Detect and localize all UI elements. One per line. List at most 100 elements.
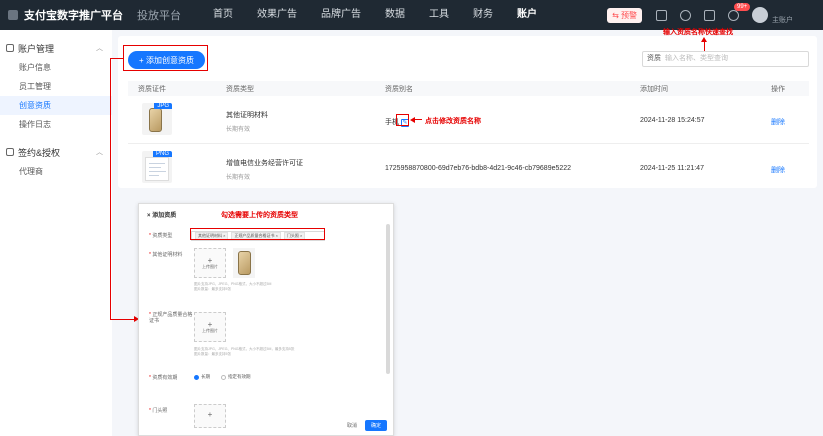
document-image [145,157,169,181]
modal-footer: 取消 确定 [347,420,387,431]
annotation-line [110,58,123,59]
annotation-edit-box [396,114,409,126]
delete-button[interactable]: 删除 [771,117,785,127]
type-name: 增值电信业务经营许可证 [226,160,303,167]
radio-long-term[interactable]: 长期 [194,374,210,380]
search-input[interactable]: 资质 输入名称、类型查询 [642,51,809,67]
cancel-button[interactable]: 取消 [347,422,357,429]
col-certificate: 资质证件 [138,86,166,93]
file-type-tag: JPG [154,103,172,109]
annotation-add-box [123,45,208,71]
annotation-line [704,41,705,51]
phone-icon[interactable] [656,9,667,21]
col-alias: 资质别名 [385,86,413,93]
sidebar-group-signing[interactable]: 签约&授权 ︿ [0,142,112,162]
sidebar-item-staff[interactable]: 员工管理 [0,77,112,96]
col-action: 操作 [771,86,785,93]
time-cell: 2024-11-25 11:21:47 [640,165,704,172]
annotation-line [110,58,111,320]
brand-title: 支付宝数字推广平台 [24,10,123,22]
plus-icon: + [207,256,213,265]
sub-brand[interactable]: 投放平台 [137,7,181,23]
page: 支付宝数字推广平台 投放平台 首页 效果广告 品牌广告 数据 工具 财务 账户 … [0,0,823,436]
time-cell: 2024-11-28 15:24:57 [640,117,705,124]
arrow-up-icon [701,37,707,42]
annotation-type-hint: 勾选需要上传的资质类型 [221,212,298,219]
nav-performance-ads[interactable]: 效果广告 [245,0,309,30]
nav-finance[interactable]: 财务 [461,0,505,30]
type-cell: 其他证明材料 长期有效 [226,110,268,133]
annotation-line [414,119,422,120]
search-type-label: 资质 [647,55,661,62]
annotation-search-hint: 输入资质名称快速查找 [663,29,733,36]
phone-image [149,108,162,132]
user-name[interactable]: 主账户 [772,15,793,25]
radio-label: 长期 [201,374,210,379]
hint-line: 图片数量：最多支持5张 [194,287,231,291]
certificate-thumbnail[interactable]: JPG [142,103,172,135]
radio-label: 指定有效期 [228,374,251,379]
bell-icon[interactable]: 99+ [728,2,751,21]
confirm-button[interactable]: 确定 [364,420,387,431]
modal-title-text: 添加资质 [152,213,177,219]
validity-label: 资质有效期 [149,374,177,381]
annotation-edit-hint: 点击修改资质名称 [425,118,481,125]
nav-data[interactable]: 数据 [373,0,417,30]
sidebar-item-account-info[interactable]: 账户信息 [0,58,112,77]
certificate-thumbnail[interactable]: PNG [142,151,172,183]
sidebar-group-label: 账户管理 [18,43,55,54]
close-icon[interactable]: × [147,213,151,219]
file-type-tag: PNG [152,151,172,157]
nav-home[interactable]: 首页 [201,0,245,30]
nav-menu: 首页 效果广告 品牌广告 数据 工具 财务 账户 [201,0,549,30]
upload-label: 上传图片 [202,264,218,269]
col-time: 添加时间 [640,86,668,93]
type-cell: 增值电信业务经营许可证 长期有效 [226,158,303,181]
table-header: 资质证件 资质类型 资质别名 添加时间 操作 [128,81,809,96]
logo-icon [8,10,18,20]
type-label: 资质类型 [149,232,172,239]
hint-line: 图片数量：最多支持5张 [194,352,231,356]
contract-icon [6,148,14,156]
sidebar-group-account[interactable]: 账户管理 ︿ [0,38,112,58]
modal-scrollbar[interactable] [386,224,390,374]
sidebar-item-agent[interactable]: 代理商 [0,162,112,181]
clipboard-icon[interactable] [704,9,715,21]
upload-button[interactable]: + [194,404,226,428]
phone-image [238,251,251,275]
sidebar-item-operation-log[interactable]: 操作日志 [0,115,112,134]
delete-button[interactable]: 删除 [771,165,785,175]
arrow-left-icon [410,117,415,123]
help-icon[interactable] [680,9,691,21]
col-type: 资质类型 [226,86,254,93]
alias-text: 1725958870800-69d7eb76-bdb8-4d21-9c46-cb… [385,165,572,172]
upload-hint: 图片支持JPG、JPEG、PNG格式，大小不超过5M 图片数量：最多支持5张 [194,282,271,292]
nav-account[interactable]: 账户 [505,0,549,30]
nav-brand-ads[interactable]: 品牌广告 [309,0,373,30]
search-placeholder: 输入名称、类型查询 [665,55,728,62]
upload-button[interactable]: + 上传图片 [194,312,226,342]
warning-button[interactable]: ⇆ 预警 [607,7,642,23]
sidebar: 账户管理 ︿ 账户信息 员工管理 创意资质 操作日志 签约&授权 ︿ 代理商 [0,30,112,436]
upload-label: 上传图片 [202,328,218,333]
nav-tools[interactable]: 工具 [417,0,461,30]
avatar[interactable] [752,7,768,23]
plus-icon: + [207,320,213,329]
annotation-line [110,319,134,320]
sidebar-item-creative-qualification[interactable]: 创意资质 [0,96,112,115]
annotation-type-box [190,228,325,240]
main-content: + 添加创意资质 资质 输入名称、类型查询 资质证件 资质类型 资质别名 添加时间… [118,36,817,188]
radio-fixed-term[interactable]: 指定有效期 [221,374,251,380]
sidebar-group-label: 签约&授权 [18,147,61,158]
uploaded-image[interactable] [233,248,255,278]
validity-text: 长期有效 [226,175,251,181]
validity-text: 长期有效 [226,127,251,133]
user-icon [6,44,14,52]
table-row: PNG 增值电信业务经营许可证 长期有效 1725958870800-69d7e… [128,144,809,192]
upload-button[interactable]: + 上传图片 [194,248,226,278]
nav-right: ⇆ 预警 99+ 主账户 [607,0,823,30]
field-label: 其他证明材料 [149,251,182,258]
notification-badge: 99+ [734,2,751,11]
upload-hint: 图片支持JPG、JPEG、PNG格式，大小不超过5M，最多支持5张 图片数量：最多… [194,347,294,357]
field-label: 门头照 [149,407,167,414]
